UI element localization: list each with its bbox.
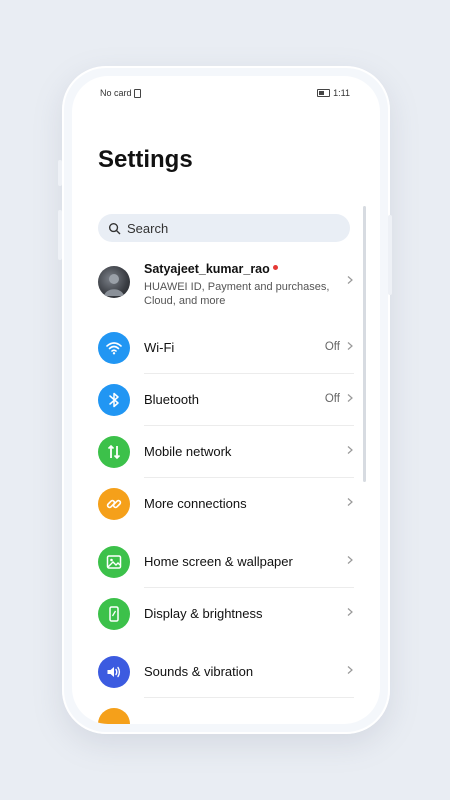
scrollbar[interactable]: [363, 206, 366, 482]
settings-item-more-connections[interactable]: More connections: [98, 478, 354, 530]
power-button: [388, 215, 392, 295]
display-icon: [98, 598, 130, 630]
wifi-icon: [98, 332, 130, 364]
chevron-right-icon: [347, 342, 353, 350]
settings-item-mobile-network[interactable]: Mobile network: [98, 426, 354, 478]
settings-item-display-brightness[interactable]: Display & brightness: [98, 588, 354, 640]
chevron-right-icon: [347, 446, 353, 454]
settings-item-label: More connections: [144, 496, 247, 511]
search-placeholder: Search: [127, 220, 169, 236]
status-bar: No card 1:11: [72, 76, 380, 108]
chevron-right-icon: [347, 608, 353, 616]
page-title: Settings: [98, 146, 193, 173]
account-name: Satyajeet_kumar_rao: [144, 262, 270, 276]
account-row[interactable]: Satyajeet_kumar_rao HUAWEI ID, Payment a…: [98, 260, 354, 316]
settings-item-label: Bluetooth: [144, 392, 199, 407]
divider: [144, 697, 354, 698]
settings-item-bluetooth[interactable]: Bluetooth Off: [98, 374, 354, 426]
settings-item-value: Off: [324, 393, 340, 405]
battery-icon: [317, 89, 331, 97]
settings-item-wifi[interactable]: Wi-Fi Off: [98, 322, 354, 374]
account-subtitle: HUAWEI ID, Payment and purchases, Cloud,…: [144, 281, 330, 307]
account-name-line: Satyajeet_kumar_rao: [144, 262, 278, 276]
chevron-right-icon: [347, 666, 353, 674]
link-icon: [98, 488, 130, 520]
search-bar[interactable]: Search: [98, 214, 350, 242]
screen: No card 1:11 Settings Search Satyajeet_k…: [72, 76, 380, 724]
mobile-network-icon: [98, 436, 130, 468]
chevron-right-icon: [347, 276, 353, 284]
settings-item-label: Home screen & wallpaper: [144, 554, 293, 569]
settings-item-label: Mobile network: [144, 444, 232, 459]
chevron-right-icon: [347, 394, 353, 402]
bluetooth-icon: [98, 384, 130, 416]
avatar: [98, 266, 130, 298]
partial-item-icon: [98, 708, 130, 724]
clock: 1:11: [333, 88, 350, 98]
notification-dot: [272, 265, 278, 270]
settings-item-label: Display & brightness: [144, 606, 263, 621]
side-button: [58, 160, 62, 186]
settings-item-sounds-vibration[interactable]: Sounds & vibration: [98, 646, 354, 698]
settings-item-label: Wi-Fi: [144, 340, 175, 355]
sound-icon: [98, 656, 130, 688]
search-icon: [108, 222, 121, 234]
side-button: [58, 210, 62, 260]
chevron-right-icon: [347, 556, 353, 564]
chevron-right-icon: [347, 498, 353, 506]
settings-item-label: Sounds & vibration: [144, 664, 254, 679]
carrier-text: No card: [100, 88, 132, 98]
wallpaper-icon: [98, 546, 130, 578]
settings-item-home-screen-wallpaper[interactable]: Home screen & wallpaper: [98, 536, 354, 588]
settings-item-value: Off: [324, 341, 340, 353]
sim-icon: [133, 88, 141, 98]
